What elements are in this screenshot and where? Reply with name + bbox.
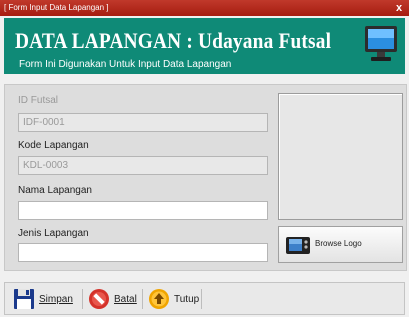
browse-logo-button[interactable]: Browse Logo: [278, 226, 403, 263]
exit-arrow-icon: [149, 289, 169, 309]
page-subtitle: Form Ini Digunakan Untuk Input Data Lapa…: [19, 59, 232, 70]
nama-lapangan-label: Nama Lapangan: [18, 185, 92, 196]
cancel-label: Batal: [114, 293, 137, 305]
no-entry-icon: [89, 289, 109, 309]
page-title: DATA LAPANGAN : Udayana Futsal: [15, 28, 332, 53]
nama-lapangan-input[interactable]: [18, 201, 268, 220]
logo-preview: [278, 93, 403, 220]
close-window-button[interactable]: x: [392, 0, 406, 16]
browse-logo-label: Browse Logo: [315, 239, 362, 248]
kode-lapangan-label: Kode Lapangan: [18, 140, 89, 151]
kode-lapangan-field: KDL-0003: [18, 156, 268, 175]
toolbar-divider: [201, 289, 202, 309]
title-bar: [ Form Input Data Lapangan ] x: [0, 0, 409, 16]
close-button[interactable]: Tutup: [148, 287, 199, 311]
id-futsal-field: IDF-0001: [18, 113, 268, 132]
monitor-icon: [365, 26, 397, 61]
floppy-disk-icon: [14, 289, 34, 309]
id-futsal-label: ID Futsal: [18, 95, 59, 106]
jenis-lapangan-label: Jenis Lapangan: [18, 228, 89, 239]
save-label: Simpan: [39, 293, 73, 305]
window-title: [ Form Input Data Lapangan ]: [4, 3, 109, 12]
toolbar: Simpan Batal Tutup: [4, 282, 405, 315]
tv-icon: [286, 237, 310, 254]
form-panel: ID Futsal IDF-0001 Kode Lapangan KDL-000…: [4, 84, 407, 271]
toolbar-divider: [142, 289, 143, 309]
jenis-lapangan-input[interactable]: [18, 243, 268, 262]
toolbar-divider: [82, 289, 83, 309]
cancel-button[interactable]: Batal: [88, 287, 137, 311]
save-button[interactable]: Simpan: [13, 287, 73, 311]
header-banner: DATA LAPANGAN : Udayana Futsal Form Ini …: [4, 18, 405, 74]
close-label: Tutup: [174, 293, 200, 305]
